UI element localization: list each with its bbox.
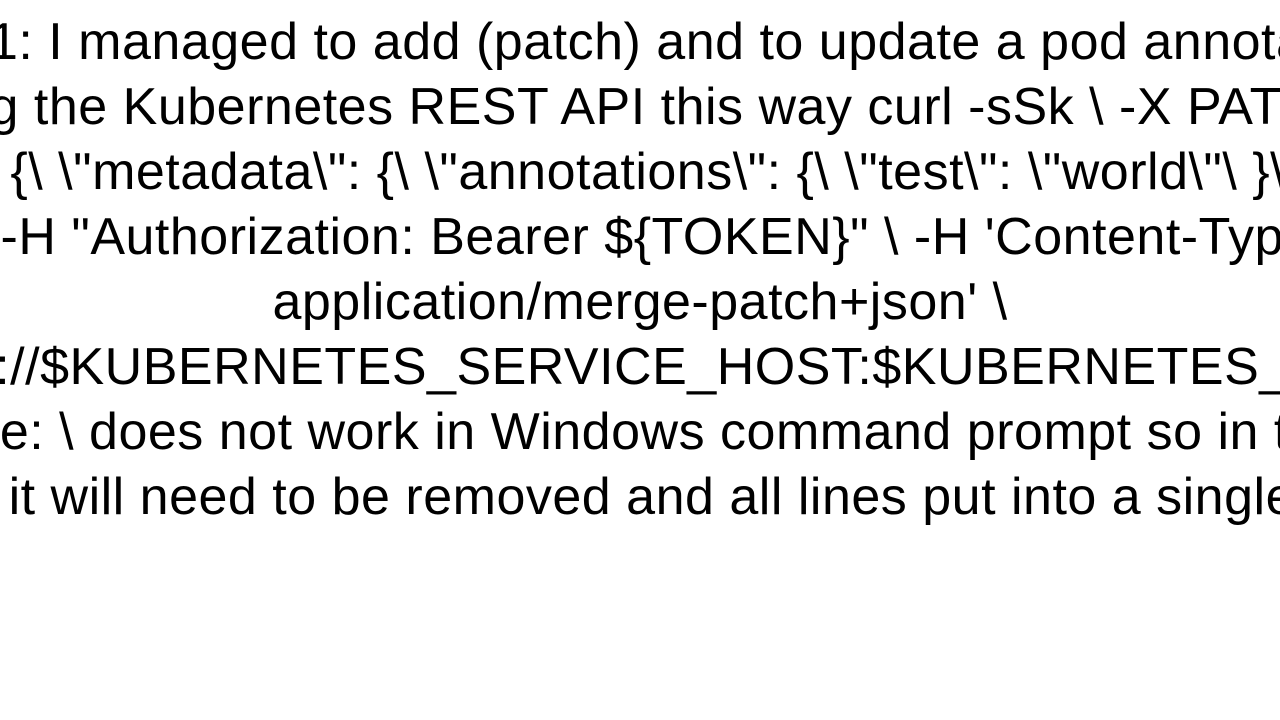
document-text: wer 1: I managed to add (patch) and to u…	[0, 10, 1280, 530]
